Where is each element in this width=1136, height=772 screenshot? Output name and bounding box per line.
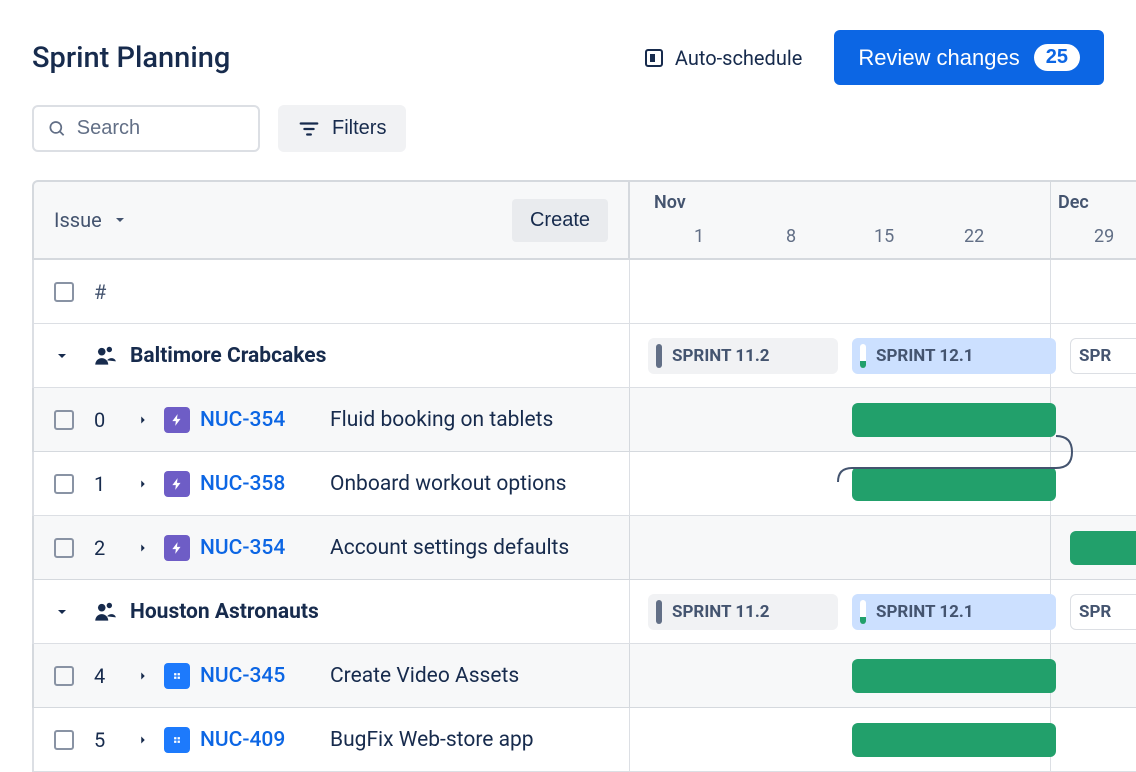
sprint-pill[interactable]: SPRINT 12.1	[852, 594, 1056, 630]
page-title: Sprint Planning	[32, 41, 230, 75]
hash-row: #	[32, 260, 630, 324]
day-label: 8	[786, 226, 796, 247]
row-number: 2	[94, 536, 122, 560]
row-number: 1	[94, 472, 122, 496]
timeline-header: Nov Dec 1 8 15 22 29	[630, 180, 1136, 260]
search-icon	[48, 118, 67, 140]
team-icon	[92, 599, 118, 625]
search-input[interactable]	[77, 117, 244, 140]
review-changes-count: 25	[1034, 44, 1080, 71]
sprint-pill[interactable]: SPRINT 11.2	[648, 338, 838, 374]
day-label: 29	[1094, 226, 1114, 247]
timeline-row: SPRINT 11.2 SPRINT 12.1 SPR	[630, 580, 1136, 644]
epic-icon	[164, 471, 190, 497]
issue-row[interactable]: 1 NUC-358 Onboard workout options	[32, 452, 630, 516]
filters-button[interactable]: Filters	[278, 105, 406, 152]
expand-icon[interactable]	[136, 669, 150, 683]
timeline-row	[630, 708, 1136, 772]
timeline-row	[630, 644, 1136, 708]
chevron-down-icon	[54, 348, 70, 364]
day-label: 1	[694, 226, 704, 247]
auto-schedule-label: Auto-schedule	[675, 46, 802, 70]
day-label: 15	[874, 226, 894, 247]
row-checkbox[interactable]	[54, 666, 74, 686]
sprint-pill[interactable]: SPR	[1070, 338, 1136, 374]
issue-row[interactable]: 5 NUC-409 BugFix Web-store app	[32, 708, 630, 772]
issue-column-header: Issue Create	[32, 180, 630, 260]
panel-icon	[645, 49, 663, 67]
group-name: Houston Astronauts	[130, 600, 319, 624]
expand-icon[interactable]	[136, 477, 150, 491]
row-number: 4	[94, 664, 122, 688]
sprint-pill[interactable]: SPR	[1070, 594, 1136, 630]
hash-label: #	[94, 280, 106, 304]
review-changes-label: Review changes	[858, 45, 1019, 71]
review-changes-button[interactable]: Review changes 25	[834, 30, 1104, 85]
create-button[interactable]: Create	[512, 199, 608, 242]
row-checkbox[interactable]	[54, 410, 74, 430]
group-row[interactable]: Baltimore Crabcakes	[32, 324, 630, 388]
dependency-line	[838, 422, 1078, 486]
day-label: 22	[964, 226, 984, 247]
task-bar[interactable]	[852, 659, 1056, 693]
expand-icon[interactable]	[136, 413, 150, 427]
row-number: 5	[94, 728, 122, 752]
task-bar[interactable]	[852, 723, 1056, 757]
search-input-wrap[interactable]	[32, 105, 260, 152]
sprint-pill[interactable]: SPRINT 11.2	[648, 594, 838, 630]
story-icon	[164, 727, 190, 753]
task-bar[interactable]	[1070, 531, 1136, 565]
row-checkbox[interactable]	[54, 474, 74, 494]
row-checkbox[interactable]	[54, 730, 74, 750]
issue-key[interactable]: NUC-409	[200, 728, 310, 752]
issue-row[interactable]: 2 NUC-354 Account settings defaults	[32, 516, 630, 580]
issue-dropdown[interactable]: Issue	[54, 208, 128, 232]
expand-icon[interactable]	[136, 733, 150, 747]
expand-icon[interactable]	[136, 541, 150, 555]
group-name: Baltimore Crabcakes	[130, 344, 326, 368]
filters-label: Filters	[332, 117, 386, 140]
issue-summary: Onboard workout options	[330, 472, 567, 496]
group-row[interactable]: Houston Astronauts	[32, 580, 630, 644]
row-checkbox[interactable]	[54, 538, 74, 558]
issue-key[interactable]: NUC-358	[200, 472, 310, 496]
timeline-row: SPRINT 11.2 SPRINT 12.1 SPR	[630, 324, 1136, 388]
timeline-row	[630, 452, 1136, 516]
story-icon	[164, 663, 190, 689]
issue-summary: Fluid booking on tablets	[330, 408, 553, 432]
chevron-down-icon	[54, 604, 70, 620]
issue-key[interactable]: NUC-354	[200, 408, 310, 432]
epic-icon	[164, 535, 190, 561]
timeline-row	[630, 260, 1136, 324]
sprint-pill[interactable]: SPRINT 12.1	[852, 338, 1056, 374]
chevron-down-icon	[112, 212, 128, 228]
issue-summary: BugFix Web-store app	[330, 728, 534, 752]
auto-schedule-toggle[interactable]: Auto-schedule	[645, 46, 802, 70]
issue-row[interactable]: 4 NUC-345 Create Video Assets	[32, 644, 630, 708]
issue-key[interactable]: NUC-354	[200, 536, 310, 560]
row-number: 0	[94, 408, 122, 432]
team-icon	[92, 343, 118, 369]
month-label: Nov	[654, 192, 686, 213]
epic-icon	[164, 407, 190, 433]
select-all-checkbox[interactable]	[54, 282, 74, 302]
issue-summary: Account settings defaults	[330, 536, 569, 560]
issue-key[interactable]: NUC-345	[200, 664, 310, 688]
month-label: Dec	[1058, 192, 1089, 213]
issue-summary: Create Video Assets	[330, 664, 519, 688]
issue-row[interactable]: 0 NUC-354 Fluid booking on tablets	[32, 388, 630, 452]
timeline-row	[630, 516, 1136, 580]
filter-icon	[298, 118, 320, 140]
